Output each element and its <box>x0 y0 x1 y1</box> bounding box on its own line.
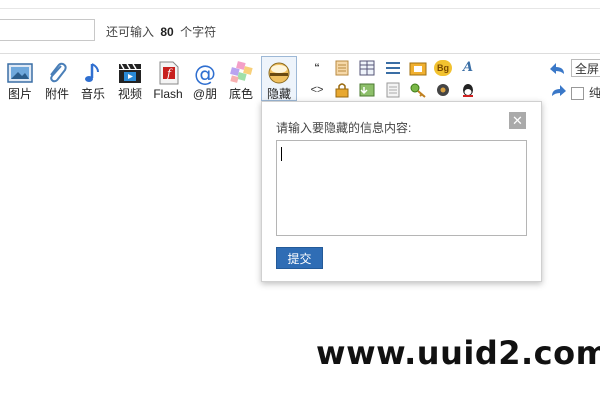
flash-icon: f <box>159 61 179 85</box>
char-hint-prefix: 还可输入 <box>106 25 155 39</box>
tool-music[interactable]: 音乐 <box>76 57 110 103</box>
quote-icon[interactable]: “ <box>308 60 326 76</box>
top-divider <box>0 0 600 9</box>
tool-hide-content[interactable]: 隐藏 <box>261 56 297 101</box>
at-icon: @ <box>194 62 216 85</box>
free-icon[interactable] <box>333 60 351 76</box>
hide-content-icon <box>268 62 290 84</box>
watermark: www.uuid2.com <box>316 334 600 372</box>
editor-toolbar: 图片 附件 音乐 视频 f Flash @ @朋 底色 隐藏 “ <> Bg A <box>0 53 600 102</box>
hide-content-popup: 请输入要隐藏的信息内容: ✕ 提交 <box>261 101 542 282</box>
tool-label: 隐藏 <box>266 87 291 101</box>
tool-image[interactable]: 图片 <box>3 57 37 103</box>
char-hint-suffix: 个字符 <box>180 25 217 39</box>
image-icon <box>7 63 33 83</box>
popup-title: 请输入要隐藏的信息内容: <box>276 121 412 135</box>
char-count-hint: 还可输入 80 个字符 <box>106 23 216 40</box>
undo-arrow-icon[interactable] <box>549 61 567 77</box>
pure-mode-label: 纯 <box>589 86 600 100</box>
font-style-icon[interactable]: A <box>459 60 477 76</box>
folder-icon[interactable] <box>409 60 427 76</box>
text-caret <box>281 147 282 161</box>
lock-icon[interactable] <box>333 82 351 98</box>
image-download-icon[interactable] <box>358 82 376 98</box>
tool-background-color[interactable]: 底色 <box>224 57 258 103</box>
title-input[interactable] <box>0 19 95 41</box>
music-note-icon <box>85 63 99 82</box>
tool-mention[interactable]: @ @朋 <box>188 57 222 103</box>
submit-button[interactable]: 提交 <box>276 247 323 269</box>
hidden-content-textarea[interactable] <box>276 140 527 236</box>
record-icon[interactable] <box>434 82 452 98</box>
pure-mode-checkbox[interactable] <box>571 87 584 100</box>
tool-video[interactable]: 视频 <box>113 57 147 103</box>
qq-icon[interactable] <box>459 82 477 98</box>
key-icon[interactable] <box>409 82 427 98</box>
code-icon[interactable]: <> <box>308 82 326 98</box>
char-hint-count: 80 <box>160 25 174 39</box>
background-color-icon <box>230 61 253 83</box>
page-icon[interactable] <box>384 82 402 98</box>
paperclip-icon <box>50 62 67 83</box>
close-icon[interactable]: ✕ <box>509 112 526 129</box>
redo-arrow-icon[interactable] <box>549 83 567 99</box>
table-icon[interactable] <box>358 60 376 76</box>
fullscreen-select[interactable]: 全屏 <box>571 59 600 77</box>
tool-attachment[interactable]: 附件 <box>40 57 74 103</box>
tool-flash[interactable]: f Flash <box>151 57 185 103</box>
list-icon[interactable] <box>384 60 402 76</box>
video-icon <box>119 63 141 83</box>
svg-text:@: @ <box>194 62 216 85</box>
bg-badge-icon[interactable]: Bg <box>434 60 452 76</box>
